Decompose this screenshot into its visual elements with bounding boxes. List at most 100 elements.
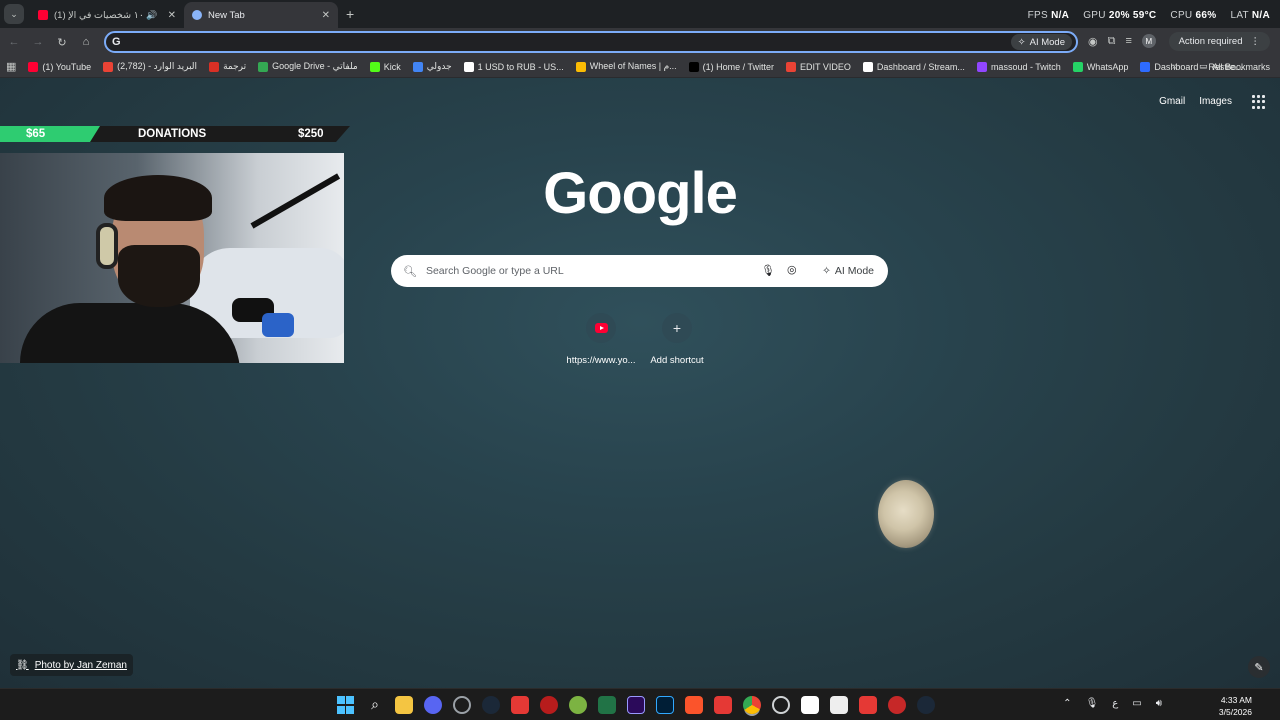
discord-icon[interactable]	[424, 696, 442, 714]
forward-icon[interactable]: →	[26, 36, 50, 48]
bookmark-item[interactable]: Google Drive - ملفاتي	[258, 61, 358, 72]
steam-icon[interactable]	[482, 696, 500, 714]
sparkle-search-icon: ✧	[1017, 36, 1026, 48]
bookmark-favicon-icon	[786, 61, 797, 72]
bookmark-label: (1) YouTube	[42, 61, 92, 72]
shortcut-tile: +	[662, 313, 692, 343]
moon-image	[878, 480, 934, 548]
customize-pencil-icon[interactable]: ✎	[1248, 656, 1270, 678]
plus-icon: +	[672, 320, 682, 336]
tab-title: New Tab	[208, 9, 245, 21]
bookmark-favicon-icon	[28, 61, 39, 72]
shortcut-label: Add shortcut	[650, 355, 704, 366]
windows-start-icon[interactable]	[337, 696, 355, 714]
app-icon[interactable]	[772, 696, 790, 714]
media-controls-icon[interactable]: ≡	[1125, 35, 1131, 47]
app-icon[interactable]	[859, 696, 877, 714]
home-icon[interactable]: ⌂	[74, 36, 98, 48]
bookmark-item[interactable]: EDIT VIDEO	[786, 61, 851, 72]
bookmark-favicon-icon	[369, 61, 380, 72]
gpu-stat: GPU 20% 59°C	[1083, 10, 1157, 21]
speaker-icon[interactable]: 🔊	[146, 10, 157, 21]
more-vert-icon: ⋮	[1250, 36, 1261, 47]
google-apps-icon[interactable]	[1252, 95, 1266, 109]
bookmark-favicon-icon	[463, 61, 474, 72]
back-icon[interactable]: ←	[2, 36, 26, 48]
app-icon[interactable]	[569, 696, 587, 714]
lens-icon[interactable]: ◎	[787, 263, 797, 276]
bookmark-item[interactable]: البريد الوارد - (2,782)	[103, 61, 197, 72]
ai-mode-button[interactable]: ✧ AI Mode	[1010, 34, 1072, 50]
ai-mode-button[interactable]: ✧ AI Mode	[814, 259, 882, 283]
puzzle-icon[interactable]: ⧉	[1108, 35, 1116, 48]
tab-search-button[interactable]: ⌄	[4, 4, 24, 24]
network-icon[interactable]: ▭	[1132, 698, 1141, 709]
clock-date: 3/5/2026	[1218, 707, 1252, 717]
photo-credit-link[interactable]: ⛓︎ Photo by Jan Zeman	[10, 654, 133, 676]
tab-new-tab[interactable]: New Tab ✕	[184, 2, 338, 28]
link-icon: ⛓︎	[16, 659, 29, 671]
premiere-icon[interactable]	[627, 696, 645, 714]
fps-stat: FPS N/A	[1027, 10, 1070, 21]
close-icon[interactable]: ✕	[168, 10, 176, 21]
bookmark-label: (1) Home / Twitter	[702, 61, 775, 72]
clock[interactable]: 4:33 AM 3/5/2026	[1219, 694, 1252, 718]
search-icon[interactable]: ⌕	[366, 696, 384, 714]
extension-icon[interactable]: ◉	[1088, 35, 1098, 48]
taskbar: ⌕ ⌃ 🎙︎ ع ▭ 🔊︎ 4:33 AM 3/5/2026	[0, 688, 1280, 720]
new-tab-button[interactable]: +	[346, 6, 354, 22]
chevron-right-icon[interactable]: »	[1172, 61, 1178, 72]
steam-icon[interactable]	[917, 696, 935, 714]
address-bar[interactable]: G ✧ AI Mode	[104, 31, 1078, 53]
microphone-icon[interactable]: 🎙︎	[1086, 698, 1099, 709]
bookmark-item[interactable]: جدولي	[412, 61, 452, 72]
close-icon[interactable]: ✕	[322, 10, 330, 21]
app-icon[interactable]	[511, 696, 529, 714]
images-link[interactable]: Images	[1199, 96, 1232, 107]
all-bookmarks-button[interactable]: ▭ All Bookmarks	[1199, 61, 1270, 72]
avatar[interactable]: M	[1141, 34, 1156, 48]
bookmark-item[interactable]: Dashboard / Stream...	[862, 61, 965, 72]
reload-icon[interactable]: ↻	[50, 36, 74, 49]
bookmark-item[interactable]: Wheel of Names | م...	[575, 61, 677, 72]
bookmark-item[interactable]: Kick	[369, 61, 401, 72]
excel-icon[interactable]	[598, 696, 616, 714]
bookmark-favicon-icon	[1140, 61, 1151, 72]
gmail-link[interactable]: Gmail	[1159, 96, 1185, 107]
apps-grid-icon[interactable]: ▦	[6, 60, 16, 73]
capcut-icon[interactable]	[801, 696, 819, 714]
bookmark-favicon-icon	[575, 61, 586, 72]
photoshop-icon[interactable]	[656, 696, 674, 714]
shortcut-youtube[interactable]: https://www.yo...	[561, 313, 641, 366]
tab-youtube[interactable]: (1) أغرب ١٠ شخصيات في الإ... 🔊 ✕	[30, 2, 184, 28]
bookmark-favicon-icon	[976, 61, 987, 72]
media-player-icon[interactable]	[453, 696, 471, 714]
chevron-up-icon[interactable]: ⌃	[1063, 698, 1071, 709]
file-explorer-icon[interactable]	[395, 696, 413, 714]
bookmark-item[interactable]: ترجمة	[209, 61, 246, 72]
bookmark-label: EDIT VIDEO	[800, 61, 851, 72]
app-icon[interactable]	[714, 696, 732, 714]
search-input[interactable]	[425, 265, 746, 277]
microphone-icon[interactable]: 🎙︎	[761, 264, 775, 277]
bookmark-label: Kick	[383, 61, 401, 72]
brave-icon[interactable]	[685, 696, 703, 714]
clock-time: 4:33 AM	[1220, 695, 1252, 705]
bookmark-item[interactable]: WhatsApp	[1072, 61, 1128, 72]
bookmark-item[interactable]: 1 USD to RUB - US...	[463, 61, 564, 72]
bookmark-item[interactable]: (1) YouTube	[28, 61, 92, 72]
input-language[interactable]: ع	[1112, 698, 1118, 709]
donations-bar: $65 DONATIONS $250	[0, 126, 350, 142]
bookmark-label: ترجمة	[223, 61, 247, 71]
chevron-down-icon: ⌄	[10, 8, 18, 19]
volume-icon[interactable]: 🔊︎	[1156, 698, 1162, 709]
app-icon[interactable]	[830, 696, 848, 714]
bookmark-item[interactable]: (1) Home / Twitter	[688, 61, 775, 72]
shortcut-add[interactable]: + Add shortcut	[637, 313, 717, 366]
app-icon[interactable]	[540, 696, 558, 714]
search-box[interactable]: 🔍︎ 🎙︎ ◎ ✧ AI Mode	[391, 255, 888, 287]
bookmark-item[interactable]: massoud - Twitch	[976, 61, 1061, 72]
chrome-icon[interactable]	[743, 696, 761, 714]
app-icon[interactable]	[888, 696, 906, 714]
action-required-button[interactable]: Action required ⋮	[1168, 32, 1270, 51]
